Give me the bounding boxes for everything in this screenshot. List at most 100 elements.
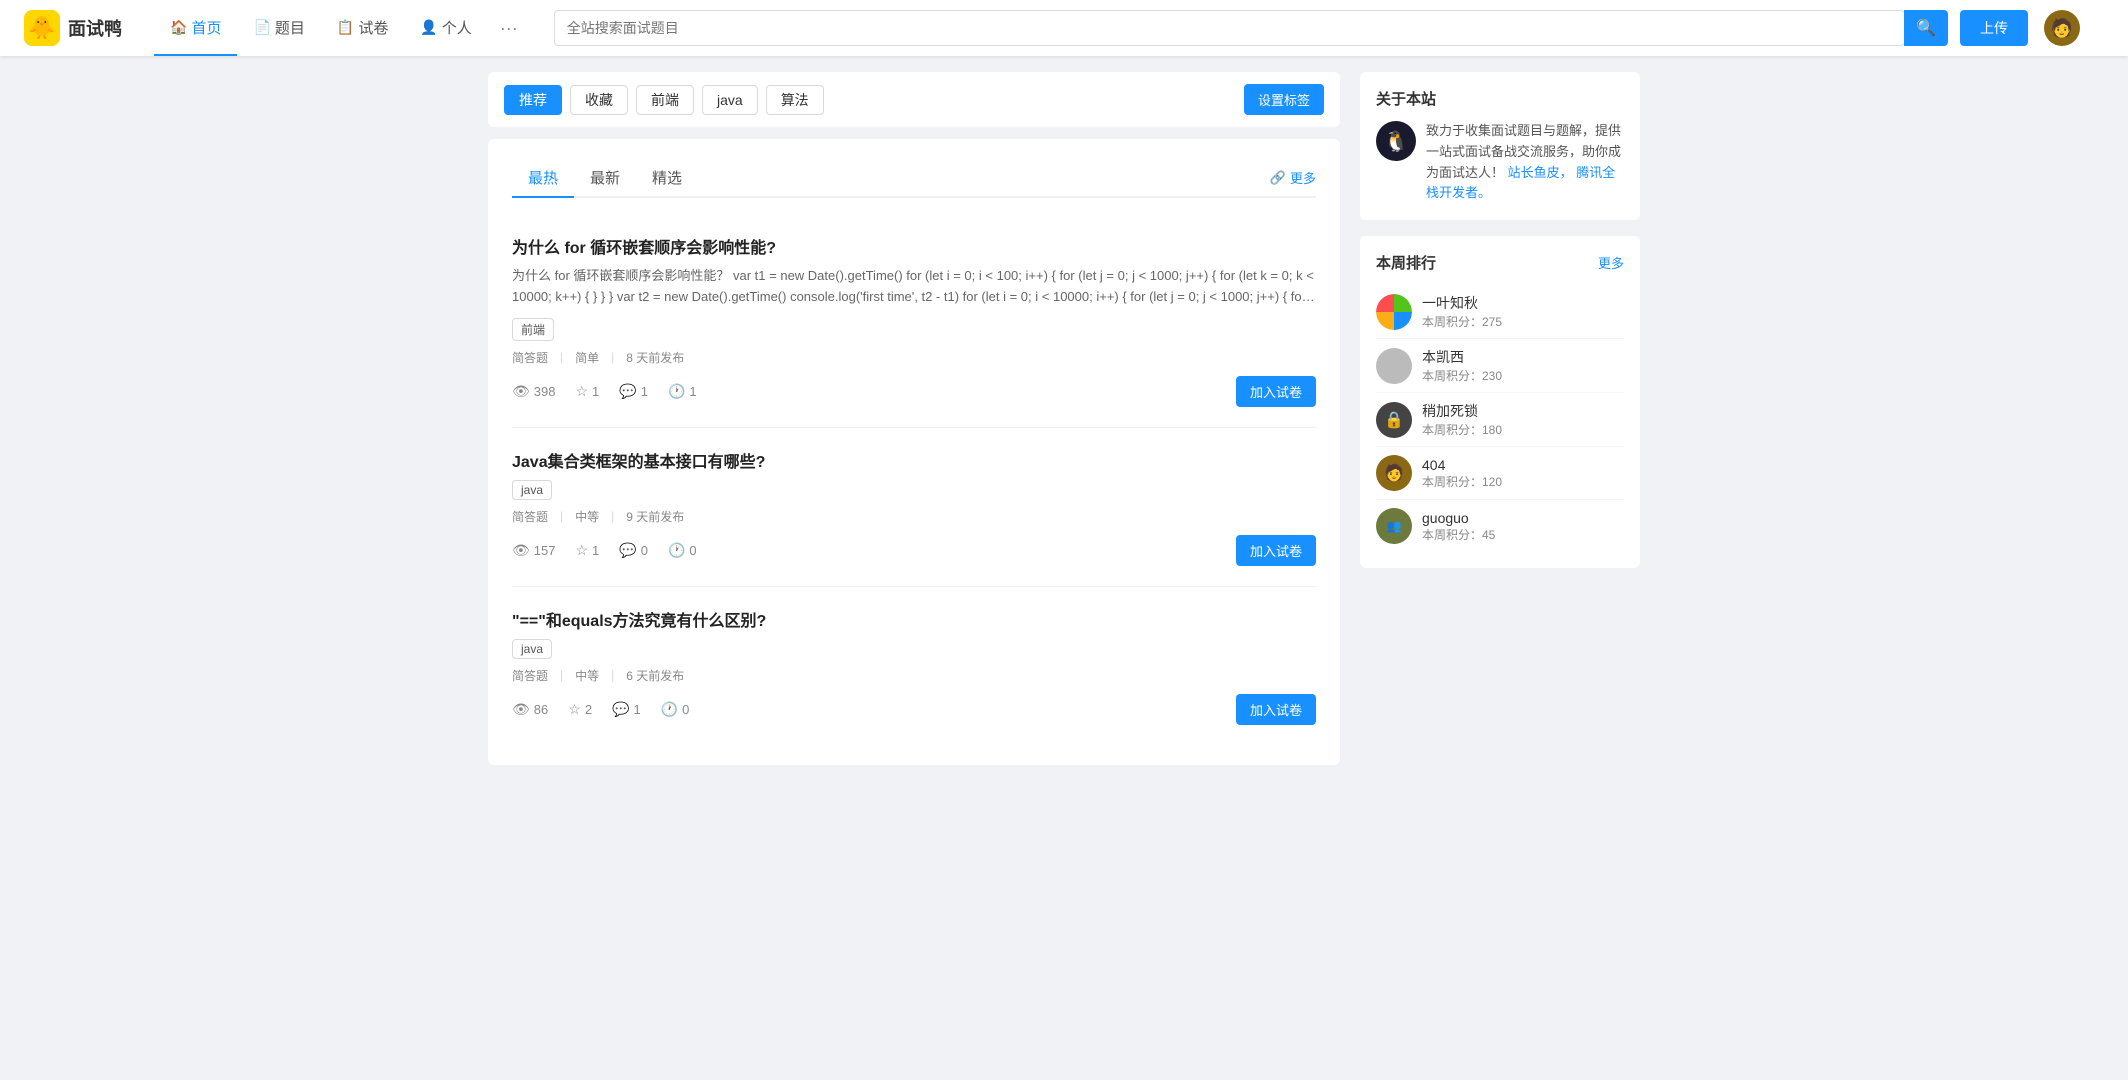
person-photo-icon: 🧑 [1384,463,1404,483]
rank-name: 404 [1422,457,1624,473]
nav-home[interactable]: 🏠 首页 [154,0,237,56]
tab-featured[interactable]: 精选 [636,159,698,198]
question-stats: 👁 398 ☆ 1 💬 1 🕐 1 [512,383,697,400]
question-item: 为什么 for 循环嵌套顺序会影响性能? 为什么 for 循环嵌套顺序会影响性能… [512,214,1316,428]
rank-name: 本凯西 [1422,347,1624,367]
stat-views: 👁 157 [512,542,555,559]
question-tag[interactable]: 前端 [512,318,554,341]
penguin-icon: 🐧 [1384,129,1409,154]
rank-info: 一叶知秋 本周积分：275 [1422,293,1624,330]
add-to-exam-button[interactable]: 加入试卷 [1236,376,1316,407]
stat-comments: 💬 1 [612,701,641,718]
ranking-more-link[interactable]: 更多 [1598,253,1624,272]
rank-item: 本凯西 本周积分：230 [1376,339,1624,393]
rank-info: 稍加死锁 本周积分：180 [1422,401,1624,438]
add-to-exam-button[interactable]: 加入试卷 [1236,694,1316,725]
rank-item: 🧑 404 本周积分：120 [1376,447,1624,500]
feed-card: 最热 最新 精选 🔗 更多 为什么 for 循环嵌套顺序会影响性能? 为什么 f… [488,139,1340,765]
ranking-title: 本周排行 [1376,252,1436,273]
sidebar: 关于本站 🐧 致力于收集面试题目与题解，提供一站式面试备战交流服务，助你成为面试… [1360,72,1640,765]
question-title[interactable]: "=="和equals方法究竟有什么区别? [512,607,1316,631]
question-actions: 👁 398 ☆ 1 💬 1 🕐 1 [512,376,1316,407]
site-name: 面试鸭 [68,15,122,41]
question-tag[interactable]: java [512,480,552,500]
star-icon: ☆ [568,701,581,718]
comment-icon: 💬 [619,383,636,400]
question-item: "=="和equals方法究竟有什么区别? java 简答题 | 中等 | 6 … [512,587,1316,745]
question-meta: 简答题 | 中等 | 9 天前发布 [512,508,1316,525]
rank-avatar: 🔒 [1376,402,1412,438]
stat-stars: ☆ 1 [575,542,599,559]
content-area: 推荐 收藏 前端 java 算法 设置标签 最热 最新 精选 🔗 更多 [488,72,1340,765]
about-avatar: 🐧 [1376,121,1416,161]
rank-score: 本周积分：275 [1422,313,1624,330]
stat-stars: ☆ 2 [568,701,592,718]
question-actions: 👁 86 ☆ 2 💬 1 🕐 0 [512,694,1316,725]
rank-avatar [1376,294,1412,330]
stat-views: 👁 86 [512,701,548,718]
comment-icon: 💬 [619,542,636,559]
logo-duck-icon: 🐥 [24,10,60,46]
question-publish-time: 8 天前发布 [626,349,684,366]
document-icon: 📄 [253,19,270,36]
rank-score: 本周积分：230 [1422,367,1624,384]
avatar-icon: 🧑 [2051,18,2073,39]
question-tags: java [512,480,1316,500]
tab-latest[interactable]: 最新 [574,159,636,198]
history-icon: 🕐 [661,701,678,718]
rank-avatar [1376,348,1412,384]
tab-hot[interactable]: 最热 [512,159,574,198]
history-icon: 🕐 [668,383,685,400]
avatar[interactable]: 🧑 [2044,10,2080,46]
nav-personal[interactable]: 👤 个人 [404,0,487,56]
star-icon: ☆ [575,542,588,559]
question-stats: 👁 86 ☆ 2 💬 1 🕐 0 [512,701,689,718]
rank-info: 本凯西 本周积分：230 [1422,347,1624,384]
rank-name: 一叶知秋 [1422,293,1624,313]
group-icon: 👥 [1387,519,1402,533]
upload-button[interactable]: 上传 [1960,10,2028,46]
history-icon: 🕐 [668,542,685,559]
nav-exams[interactable]: 📋 试卷 [321,0,404,56]
search-input[interactable] [567,20,1892,36]
question-title[interactable]: Java集合类框架的基本接口有哪些? [512,448,1316,472]
rank-score: 本周积分：180 [1422,421,1624,438]
tag-favorites[interactable]: 收藏 [570,85,628,115]
rank-avatar: 🧑 [1376,455,1412,491]
set-tags-button[interactable]: 设置标签 [1244,84,1324,115]
tag-algorithm[interactable]: 算法 [766,85,824,115]
tag-recommend[interactable]: 推荐 [504,85,562,115]
rank-score: 本周积分：120 [1422,473,1624,490]
stat-stars: ☆ 1 [575,383,599,400]
feed-more-link[interactable]: 🔗 更多 [1270,168,1316,187]
rank-score: 本周积分：45 [1422,526,1624,543]
tag-list: 推荐 收藏 前端 java 算法 [504,85,1244,115]
about-text: 致力于收集面试题目与题解，提供一站式面试备战交流服务，助你成为面试达人！ 站长鱼… [1426,121,1624,204]
question-tag[interactable]: java [512,639,552,659]
link-icon: 🔗 [1270,170,1286,186]
rank-name: 稍加死锁 [1422,401,1624,421]
tag-frontend[interactable]: 前端 [636,85,694,115]
add-to-exam-button[interactable]: 加入试卷 [1236,535,1316,566]
star-icon: ☆ [575,383,588,400]
tag-java[interactable]: java [702,85,758,115]
question-type: 简答题 [512,508,548,525]
about-link1[interactable]: 站长鱼皮， [1508,165,1573,180]
rank-avatar: 👥 [1376,508,1412,544]
navbar: 🐥 面试鸭 🏠 首页 📄 题目 📋 试卷 👤 个人 ··· 🔍 上传 � [0,0,2128,56]
eye-icon: 👁 [512,542,530,559]
nav-more-button[interactable]: ··· [488,0,530,56]
question-title[interactable]: 为什么 for 循环嵌套顺序会影响性能? [512,234,1316,258]
eye-icon: 👁 [512,383,530,400]
rank-name: guoguo [1422,510,1624,526]
about-title: 关于本站 [1376,88,1624,109]
search-button[interactable]: 🔍 [1904,10,1948,46]
eye-icon: 👁 [512,701,530,718]
nav-questions[interactable]: 📄 题目 [237,0,320,56]
rank-item: 一叶知秋 本周积分：275 [1376,285,1624,339]
stat-history: 🕐 0 [661,701,690,718]
stat-history: 🕐 0 [668,542,697,559]
feed-tabs: 最热 最新 精选 🔗 更多 [512,159,1316,198]
logo[interactable]: 🐥 面试鸭 [24,10,122,46]
person-icon: 👤 [420,19,437,36]
